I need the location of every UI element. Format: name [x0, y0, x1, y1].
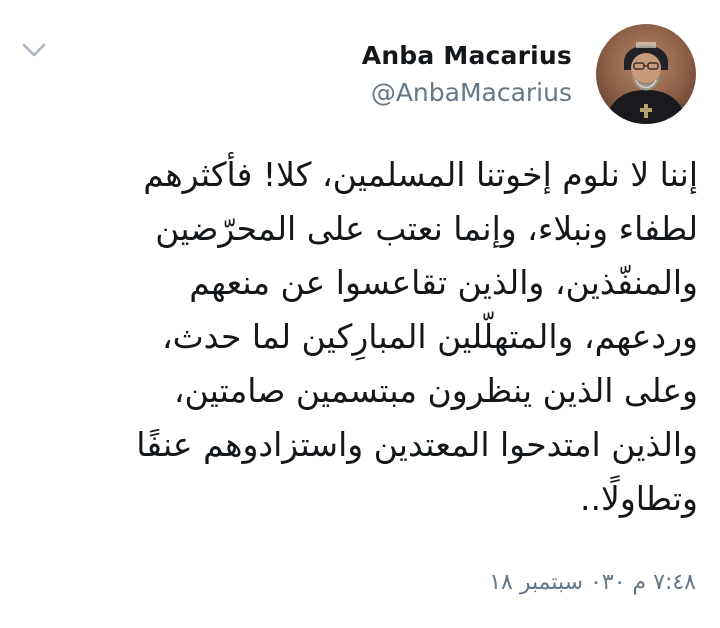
user-handle[interactable]: @AnbaMacarius [371, 78, 572, 107]
tweet-header: Anba Macarius @AnbaMacarius [362, 24, 696, 124]
avatar-image [596, 24, 696, 124]
author-names: Anba Macarius @AnbaMacarius [362, 41, 572, 107]
tweet-text-line: وردعهم، والمتهلّلين المبارِكين لما حدث، [161, 317, 698, 356]
tweet-timestamp[interactable]: ٧:٤٨ م ٠٣٠ سبتمبر ١٨ [489, 570, 696, 595]
tweet-text-line: إننا لا نلوم إخوتنا المسلمين، كلا! فأكثر… [143, 155, 698, 194]
avatar[interactable] [596, 24, 696, 124]
chevron-down-icon[interactable] [20, 40, 48, 60]
tweet-text-line: لطفاء ونبلاء، وإنما نعتب على المحرّضين [155, 209, 698, 248]
display-name[interactable]: Anba Macarius [362, 41, 572, 70]
tweet-text-line: والمنفّذين، والذين تقاعسوا عن منعهم [189, 263, 698, 302]
tweet-text-line: والذين امتدحوا المعتدين واستزادوهم عنفًا [136, 425, 698, 464]
tweet-text-line: وتطاولًا.. [580, 479, 698, 518]
tweet-text-line: وعلى الذين ينظرون مبتسمين صامتين، [173, 371, 698, 410]
tweet-text: إننا لا نلوم إخوتنا المسلمين، كلا! فأكثر… [28, 148, 698, 526]
tweet-card: Anba Macarius @AnbaMacarius إننا لا نلوم… [0, 0, 720, 628]
